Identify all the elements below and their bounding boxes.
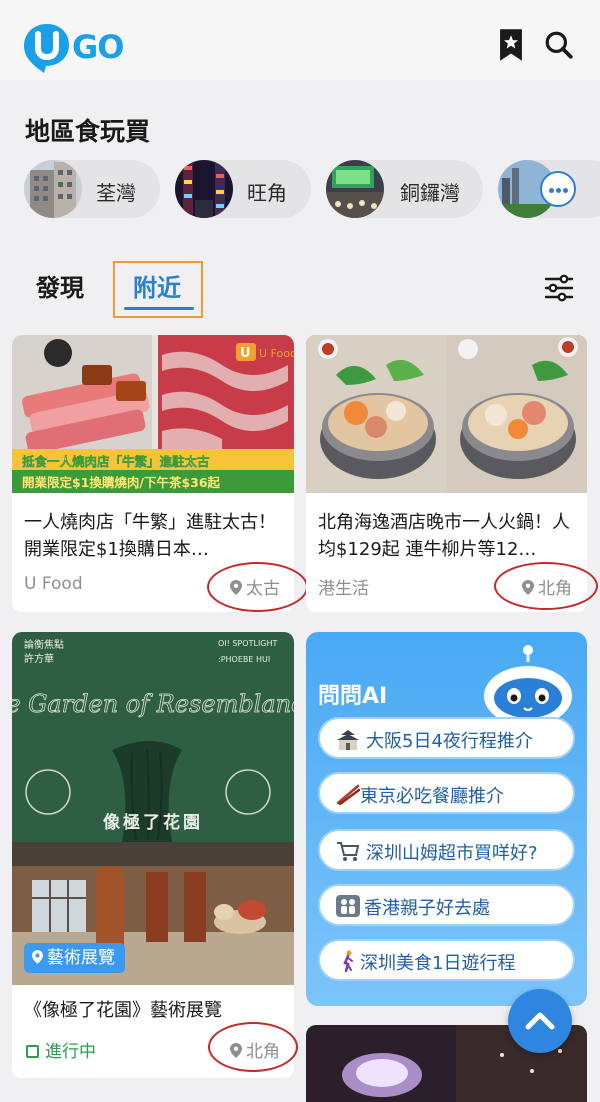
poster-text: :PHOEBE HUI xyxy=(218,655,270,664)
district-thumbnail xyxy=(326,160,384,218)
shopping-cart-icon xyxy=(337,842,360,861)
ask-ai-title: 問問AI xyxy=(318,684,388,709)
poster-text: 許方華 xyxy=(24,652,54,665)
feed-card-exhibition[interactable]: 論衡焦點 許方華 OI! SPOTLIGHT :PHOEBE HUI The G… xyxy=(12,632,294,1078)
svg-text:U: U xyxy=(240,346,251,361)
annotation-circle xyxy=(207,562,308,612)
annotation-circle xyxy=(494,562,598,610)
card-image-caption: 開業限定$1換購燒肉/下午茶$36起 xyxy=(22,475,221,490)
card-title: 北角海逸酒店晚市一人火鍋！人均$129起 連牛柳片等12… xyxy=(318,512,570,560)
chopsticks-icon xyxy=(336,784,360,805)
event-status: 進行中 xyxy=(26,1037,96,1062)
district-chip-causeway-bay[interactable]: 銅鑼灣 xyxy=(326,160,483,218)
more-horizontal-icon[interactable] xyxy=(540,171,576,207)
ugo-logo[interactable]: GO xyxy=(22,22,137,74)
card-image-caption: 抵食一人燒肉店「牛繁」進駐太古 xyxy=(22,454,210,469)
district-chip-row: 荃灣 旺角 銅鑼灣 xyxy=(24,158,600,222)
district-label: 銅鑼灣 xyxy=(400,181,460,205)
district-label: 旺角 xyxy=(247,181,287,205)
card-image: 論衡焦點 許方華 OI! SPOTLIGHT :PHOEBE HUI The G… xyxy=(12,632,294,985)
tab-nearby[interactable]: 附近 xyxy=(133,268,181,303)
card-image: U U Food 抵食一人燒肉店「牛繁」進駐太古 開業限定$1換購燒肉/下午茶$… xyxy=(12,335,294,493)
category-tag-label: 藝術展覽 xyxy=(47,948,115,968)
district-thumbnail xyxy=(24,160,82,218)
ai-prompt-pill[interactable]: 深圳山姆超市買咩好? xyxy=(318,829,575,871)
card-title: 一人燒肉店「牛繁」進駐太古！開業限定$1換購日本… xyxy=(24,512,276,560)
poster-subtitle: 像極了花園 xyxy=(103,812,203,833)
castle-icon xyxy=(337,730,359,750)
poster-title: The Garden of Resemblances xyxy=(12,690,294,718)
tab-discover[interactable]: 發現 xyxy=(36,268,84,303)
poster-text: OI! SPOTLIGHT xyxy=(218,639,278,648)
bookmark-icon[interactable] xyxy=(496,28,526,62)
ask-ai-card: 問問AI 大阪5日4夜行程推介 東京必吃餐廳推介 深圳山姆超市買咩好? 香港親子… xyxy=(306,632,587,1006)
ai-prompt-text: 深圳山姆超市買咩好? xyxy=(366,843,538,864)
ai-prompt-text: 香港親子好去處 xyxy=(364,898,490,919)
active-tab-indicator xyxy=(124,307,194,310)
ai-prompt-pill[interactable]: 大阪5日4夜行程推介 xyxy=(318,717,575,759)
ai-prompt-pill[interactable]: 東京必吃餐廳推介 xyxy=(318,772,575,814)
card-image-brand: U Food xyxy=(259,347,294,360)
svg-text:GO: GO xyxy=(72,28,123,66)
annotation-circle xyxy=(208,1022,298,1072)
ai-prompt-text: 深圳美食1日遊行程 xyxy=(360,953,516,974)
scroll-to-top-button[interactable] xyxy=(508,989,572,1053)
family-icon xyxy=(336,895,360,917)
category-tag: 藝術展覽 xyxy=(24,943,125,973)
ai-prompt-pill[interactable]: 深圳美食1日遊行程 xyxy=(318,939,575,981)
calendar-check-icon xyxy=(26,1045,39,1058)
sliders-icon[interactable] xyxy=(544,274,574,302)
poster-text: 論衡焦點 xyxy=(24,638,64,651)
ai-prompt-text: 東京必吃餐廳推介 xyxy=(360,786,504,807)
location-pin-icon xyxy=(32,950,43,964)
section-title: 地區食玩買 xyxy=(25,117,151,146)
district-chip-mong-kok[interactable]: 旺角 xyxy=(175,160,311,218)
card-source: 港生活 xyxy=(318,579,369,599)
district-thumbnail xyxy=(175,160,233,218)
chevron-up-icon xyxy=(525,1012,555,1030)
district-label: 荃灣 xyxy=(96,181,136,205)
top-bar: GO xyxy=(0,0,600,80)
card-image xyxy=(306,335,587,493)
card-title: 《像極了花園》藝術展覽 xyxy=(24,1000,222,1021)
robot-mascot-icon xyxy=(484,645,572,726)
walking-person-icon xyxy=(343,950,353,972)
ai-prompt-text: 大阪5日4夜行程推介 xyxy=(366,731,533,752)
card-source: U Food xyxy=(24,574,83,594)
event-status-label: 進行中 xyxy=(45,1042,96,1062)
district-chip-tsuen-wan[interactable]: 荃灣 xyxy=(24,160,160,218)
search-icon[interactable] xyxy=(544,28,574,62)
ai-prompt-pill[interactable]: 香港親子好去處 xyxy=(318,884,575,926)
